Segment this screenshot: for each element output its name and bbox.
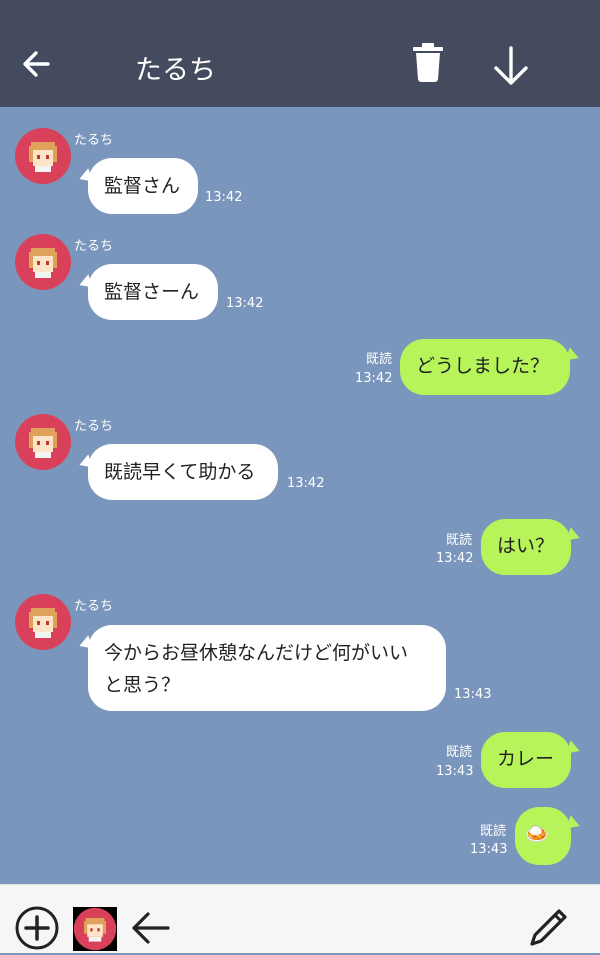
- message-text: はい？: [497, 535, 555, 557]
- outgoing-message-bubble[interactable]: カレー: [481, 732, 571, 788]
- avatar-face-icon: [29, 608, 57, 638]
- sender-name: たるち: [74, 599, 114, 614]
- pencil-icon[interactable]: [525, 903, 573, 951]
- avatar[interactable]: [15, 128, 71, 184]
- outgoing-message-bubble[interactable]: 🍛: [515, 807, 571, 865]
- read-receipt: 既読: [365, 352, 392, 367]
- avatar[interactable]: [15, 234, 71, 290]
- message-time: 13:42: [287, 476, 325, 491]
- download-arrow-icon[interactable]: [490, 44, 532, 88]
- sender-name: たるち: [74, 419, 114, 434]
- curry-emoji: 🍛: [525, 823, 549, 845]
- message-text: 既読早くて助かる: [104, 461, 256, 483]
- avatar-face-icon: [29, 428, 57, 458]
- incoming-message-bubble[interactable]: 既読早くて助かる: [88, 444, 278, 500]
- message-text: どうしました？: [416, 355, 550, 377]
- message-text: 監督さーん: [104, 281, 200, 303]
- speaker-avatar-button[interactable]: [73, 907, 117, 951]
- message-text: カレー: [497, 748, 555, 770]
- read-receipt: 既読: [445, 533, 472, 548]
- message-text: 監督さん: [104, 175, 181, 197]
- message-time: 13:43: [454, 687, 492, 702]
- read-receipt: 既読: [445, 745, 472, 760]
- back-arrow-icon[interactable]: [18, 44, 58, 84]
- message-time: 13:42: [436, 551, 474, 566]
- read-receipt: 既読: [479, 824, 506, 839]
- message-time: 13:42: [355, 371, 393, 386]
- plus-circle-icon[interactable]: [14, 905, 60, 951]
- chat-area[interactable]: たるち 監督さん 13:42 たるち 監督さーん 13:42 既読 13:42 …: [0, 107, 600, 884]
- chat-header: たるち: [0, 0, 600, 107]
- outgoing-message-bubble[interactable]: はい？: [481, 519, 571, 575]
- trash-icon[interactable]: [410, 42, 446, 82]
- incoming-message-bubble[interactable]: 監督さーん: [88, 264, 218, 320]
- avatar[interactable]: [15, 594, 71, 650]
- avatar-switch-icon: [73, 907, 117, 951]
- message-time: 13:43: [470, 842, 508, 857]
- chat-title: たるち: [135, 55, 216, 86]
- message-time: 13:43: [436, 764, 474, 779]
- sender-name: たるち: [74, 239, 114, 254]
- avatar[interactable]: [15, 414, 71, 470]
- incoming-message-bubble[interactable]: 今からお昼休憩なんだけど何がいい と思う？: [88, 625, 446, 711]
- message-time: 13:42: [205, 190, 243, 205]
- arrow-left-icon[interactable]: [128, 905, 174, 951]
- chat-footer-toolbar: [0, 884, 600, 953]
- avatar-face-icon: [29, 142, 57, 172]
- message-text-line: と思う？: [104, 674, 181, 696]
- message-text-line: 今からお昼休憩なんだけど何がいい: [104, 642, 409, 664]
- incoming-message-bubble[interactable]: 監督さん: [88, 158, 198, 214]
- message-time: 13:42: [226, 296, 264, 311]
- sender-name: たるち: [74, 133, 114, 148]
- outgoing-message-bubble[interactable]: どうしました？: [400, 339, 570, 395]
- avatar-face-icon: [29, 248, 57, 278]
